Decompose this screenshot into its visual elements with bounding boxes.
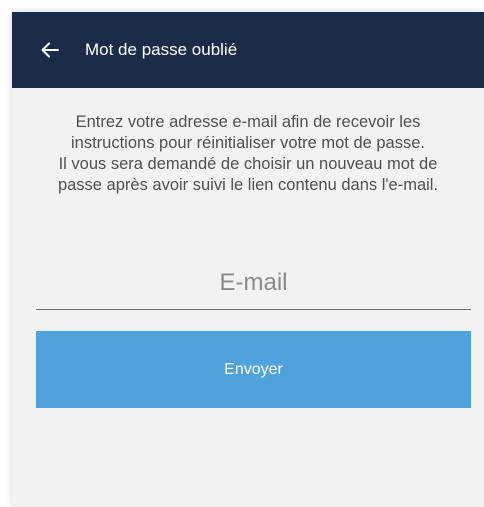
send-button[interactable]: Envoyer <box>36 331 471 408</box>
instructions-line: instructions pour réinitialiser votre mo… <box>71 134 425 152</box>
page-title: Mot de passe oublié <box>85 40 238 59</box>
instructions-line: Entrez votre adresse e-mail afin de rece… <box>75 113 421 131</box>
app-bar: Mot de passe oublié <box>12 12 484 88</box>
email-field[interactable] <box>36 257 471 310</box>
instructions-text: Entrez votre adresse e-mail afin de rece… <box>28 112 468 196</box>
instructions-line: Il vous sera demandé de choisir un nouve… <box>58 155 438 173</box>
arrow-left-icon <box>41 42 59 58</box>
back-button[interactable] <box>36 36 64 64</box>
instructions-line: passe après avoir suivi le lien contenu … <box>57 176 439 194</box>
screen: Mot de passe oublié Entrez votre adresse… <box>12 12 484 507</box>
